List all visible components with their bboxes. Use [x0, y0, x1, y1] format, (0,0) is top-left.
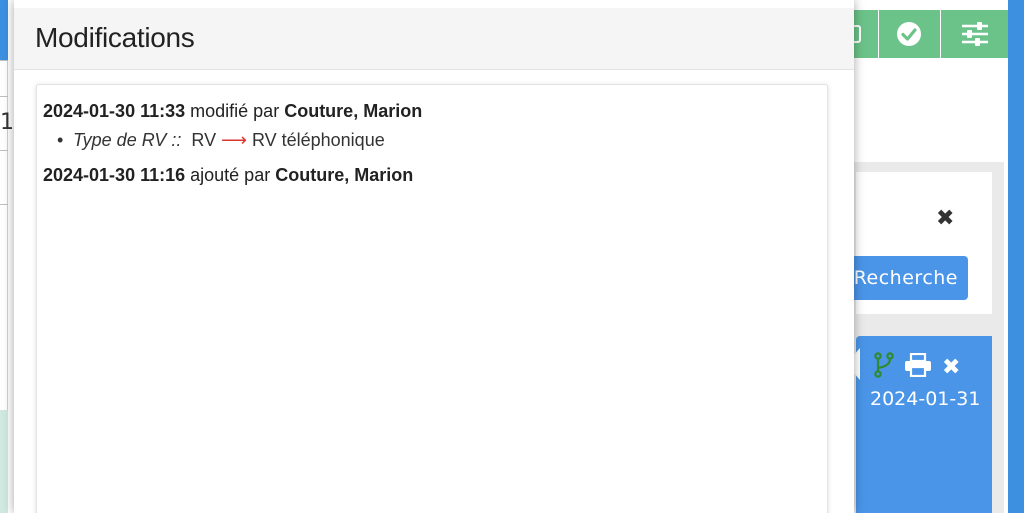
- entry-author: Couture, Marion: [284, 101, 423, 121]
- history-panel: 2024-01-30 11:33 modifié par Couture, Ma…: [36, 84, 828, 513]
- entry-action: modifié par: [190, 101, 280, 121]
- change-arrow-icon: ⟶: [221, 130, 247, 150]
- print-icon[interactable]: [904, 352, 932, 381]
- change-item: • Type de RV :: RV ⟶ RV téléphonique: [57, 130, 385, 151]
- entry-timestamp: 2024-01-30 11:16: [43, 165, 186, 185]
- divider: [0, 60, 8, 61]
- fork-icon[interactable]: [874, 352, 894, 382]
- close-icon[interactable]: ✖: [942, 355, 960, 380]
- event-date: 2024-01-31: [870, 388, 981, 410]
- change-new-value: RV téléphonique: [251, 130, 385, 150]
- modal-header: Modifications: [14, 8, 854, 70]
- history-entry: 2024-01-30 11:33 modifié par Couture, Ma…: [43, 101, 422, 122]
- toolbar: [838, 10, 1008, 58]
- settings-button[interactable]: [940, 10, 1008, 58]
- search-button[interactable]: Recherche: [846, 256, 968, 300]
- left-green-edge: [0, 410, 8, 513]
- close-search-icon[interactable]: ✖: [936, 206, 954, 231]
- sliders-icon: [961, 22, 989, 46]
- bullet: •: [57, 130, 64, 150]
- entry-author: Couture, Marion: [275, 165, 414, 185]
- left-text-fragment: 1: [0, 110, 14, 135]
- change-field: Type de RV ::: [73, 130, 182, 150]
- divider: [0, 96, 8, 97]
- divider: [0, 150, 8, 151]
- modifications-modal: Modifications 2024-01-30 11:33 modifié p…: [14, 0, 854, 513]
- left-blue-edge: [0, 0, 8, 60]
- check-circle-icon: [896, 21, 922, 47]
- search-button-label: Recherche: [853, 267, 958, 289]
- divider: [0, 204, 8, 205]
- event-card-actions: ✖: [874, 352, 960, 382]
- entry-timestamp: 2024-01-30 11:33: [43, 101, 186, 121]
- entry-action: ajouté par: [190, 165, 271, 185]
- left-panel-edge: [0, 0, 8, 513]
- validate-button[interactable]: [878, 10, 938, 58]
- change-old-value: RV: [191, 130, 217, 150]
- modal-title: Modifications: [35, 22, 195, 53]
- history-entry: 2024-01-30 11:16 ajouté par Couture, Mar…: [43, 165, 413, 186]
